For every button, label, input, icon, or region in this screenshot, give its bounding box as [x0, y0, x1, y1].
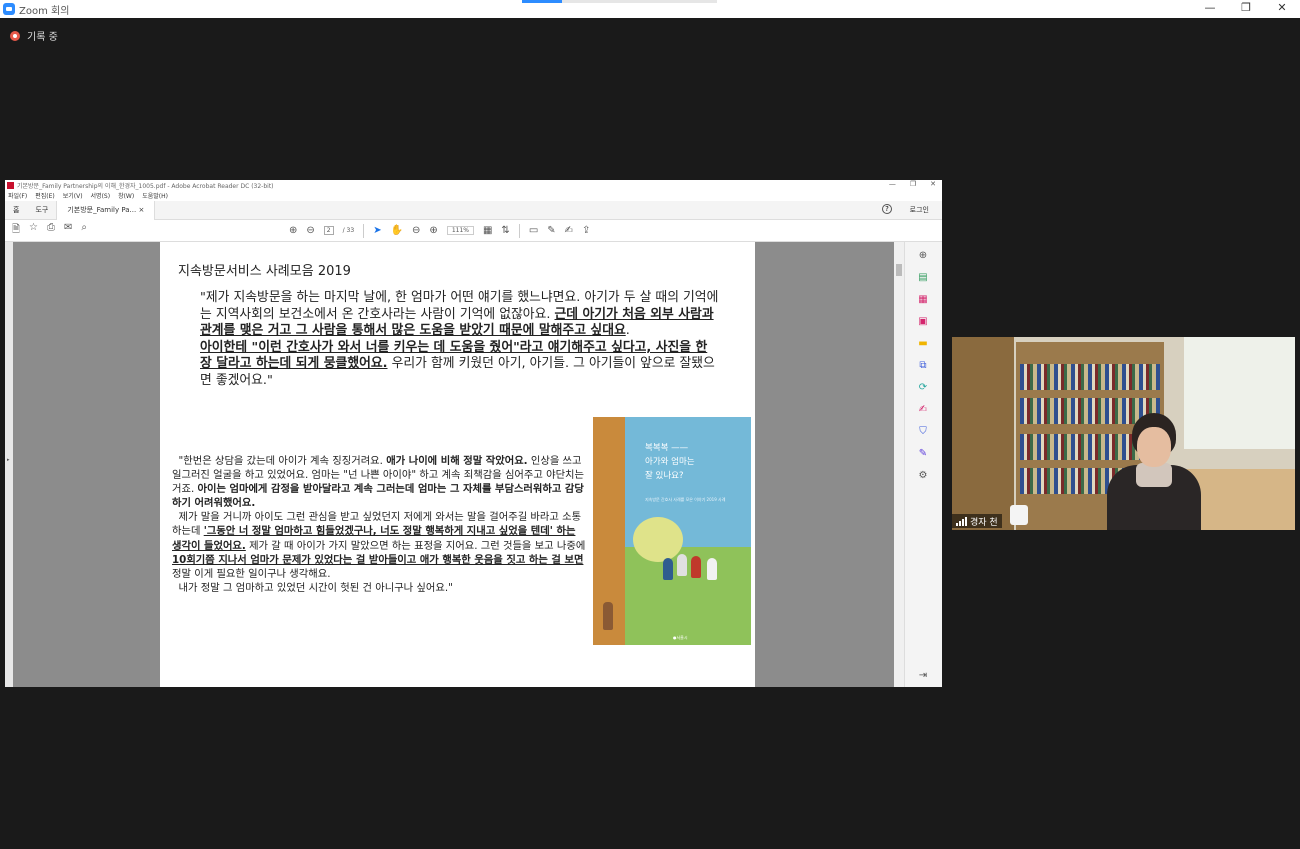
signal-strength-icon — [956, 516, 967, 526]
zoom-level-select[interactable]: 111% — [446, 226, 474, 235]
comment-tool-icon[interactable]: ▬ — [917, 338, 929, 350]
toolbar-divider — [518, 223, 520, 238]
recording-label: 기록 중 — [27, 32, 58, 43]
close-button[interactable]: ✕ — [1264, 0, 1300, 18]
tab-close-icon[interactable]: × — [138, 206, 144, 214]
organize-pages-icon[interactable]: ⧉ — [917, 360, 929, 372]
comment-icon[interactable]: ▭ — [529, 225, 538, 236]
search-icon[interactable]: ⌕ — [81, 222, 87, 239]
help-icon[interactable]: ? — [882, 204, 892, 214]
email-icon[interactable]: ✉ — [64, 222, 72, 239]
zoom-logo-icon — [3, 3, 15, 15]
acrobat-restore-button[interactable]: ❐ — [910, 180, 916, 188]
participant-video[interactable]: 경자 천 — [952, 337, 1295, 530]
participant-nametag: 경자 천 — [952, 514, 1002, 528]
acrobat-app-icon — [7, 181, 14, 189]
toolbar-divider — [363, 223, 365, 238]
sign-icon[interactable]: ✍ — [565, 225, 573, 236]
acrobat-titlebar: 기본방문_Family Partnership의 이해_한경자_1005.pdf… — [5, 180, 942, 190]
quote-2-text: "한번은 상담을 갔는데 아이가 계속 징징거려요. — [178, 455, 387, 467]
acrobat-menubar: 파일(F) 편집(E) 보기(V) 서명(S) 창(W) 도움말(H) — [5, 190, 942, 201]
book-title-line: 아가와 엄마는 — [645, 457, 695, 467]
fill-sign-icon[interactable]: ✍ — [917, 404, 929, 416]
participant-person — [1102, 413, 1204, 530]
quote-2-bold: 아이는 엄마에게 감정을 받아달라고 계속 그러는데 엄마는 그 자체를 부담스… — [172, 483, 584, 510]
children-illustration — [663, 552, 733, 582]
left-nav-pane[interactable] — [5, 242, 13, 687]
document-viewer[interactable]: ▸ 지속방문서비스 사례모음 2019 "제가 지속방문을 하는 마지막 날에,… — [5, 242, 942, 687]
participant-name: 경자 천 — [970, 517, 998, 528]
book-cover-image: 복복복 —— 아가와 엄마는 잘 있나요? 지속방문 간호사 사례를 모은 이야… — [593, 417, 751, 645]
zoom-search-icon[interactable]: ⊕ — [917, 250, 929, 262]
book-publisher: ●서울시 — [673, 635, 688, 640]
login-button[interactable]: 로그인 — [910, 205, 929, 215]
bookmark-star-icon[interactable]: ☆ — [29, 222, 38, 239]
book-title: 복복복 —— 아가와 엄마는 잘 있나요? — [645, 441, 745, 483]
zoom-window-title: Zoom 회의 — [19, 5, 70, 17]
acrobat-toolbar: 🗎 ☆ ⎙ ✉ ⌕ ⊕ ⊖ 2 / 33 ➤ ✋ ⊖ ⊕ 111% ▦ ⇅ ▭ … — [5, 220, 942, 242]
tab-document-label: 기본방문_Family Pa... — [67, 205, 137, 214]
highlight-pen-icon[interactable]: ✎ — [547, 225, 555, 236]
scan-ocr-icon[interactable]: ⟳ — [917, 382, 929, 394]
quote-2-underline: 10회기쯤 지나서 엄마가 문제가 있었다는 걸 받아들이고 애가 행복한 웃음… — [172, 553, 584, 566]
zoom-in-icon[interactable]: ⊕ — [429, 225, 437, 236]
collapse-rail-icon[interactable]: ⇥ — [917, 670, 929, 682]
acrobat-window: 기본방문_Family Partnership의 이해_한경자_1005.pdf… — [5, 180, 942, 687]
print-icon[interactable]: ⎙ — [47, 222, 55, 239]
quote-2-bold: 애가 나이에 비해 정말 작았어요. — [386, 455, 528, 467]
menu-file[interactable]: 파일(F) — [8, 191, 27, 200]
menu-help[interactable]: 도움말(H) — [142, 191, 168, 200]
acrobat-minimize-button[interactable]: — — [889, 180, 896, 188]
menu-sign[interactable]: 서명(S) — [91, 191, 111, 200]
hand-tool-icon[interactable]: ✋ — [391, 225, 403, 236]
fit-page-icon[interactable]: ▦ — [483, 225, 492, 236]
scroll-mode-icon[interactable]: ⇅ — [501, 225, 509, 236]
send-sign-icon[interactable]: ✎ — [917, 448, 929, 460]
acrobat-tabbar: 홈 도구 기본방문_Family Pa... × — [5, 200, 942, 220]
menu-window[interactable]: 창(W) — [118, 191, 134, 200]
book-title-line: 잘 있나요? — [645, 471, 684, 481]
minimize-button[interactable]: — — [1192, 0, 1228, 18]
tab-tools[interactable]: 도구 — [27, 205, 56, 215]
protect-icon[interactable]: ⛉ — [917, 426, 929, 438]
menu-edit[interactable]: 편집(E) — [35, 191, 55, 200]
quote-2-text: 내가 정말 그 엄마하고 있었던 시간이 헛된 건 아니구나 싶어요." — [178, 581, 453, 594]
share-icon[interactable]: ⇪ — [582, 225, 590, 236]
expand-left-pane-icon[interactable]: ▸ — [7, 457, 10, 463]
page-total: / 33 — [342, 227, 355, 234]
vertical-scrollbar[interactable] — [894, 242, 904, 687]
screen-share-indicator[interactable] — [522, 0, 717, 3]
tab-home[interactable]: 홈 — [5, 205, 27, 215]
next-page-icon[interactable]: ⊖ — [306, 225, 314, 236]
select-cursor-icon[interactable]: ➤ — [373, 225, 381, 236]
edit-pdf-icon[interactable]: ▦ — [917, 294, 929, 306]
more-tools-icon[interactable]: ⚙ — [917, 470, 929, 482]
export-pdf-icon[interactable]: ▣ — [917, 316, 929, 328]
tools-rail: ⊕ ▤ ▦ ▣ ▬ ⧉ ⟳ ✍ ⛉ ✎ ⚙ ⇥ — [904, 242, 942, 687]
page-number-input[interactable]: 2 — [323, 226, 334, 235]
pdf-page: 지속방문서비스 사례모음 2019 "제가 지속방문을 하는 마지막 날에, 한… — [160, 242, 755, 687]
quote-1-text: . — [625, 323, 630, 338]
menu-view[interactable]: 보기(V) — [63, 191, 83, 200]
recording-indicator[interactable]: 기록 중 — [10, 28, 58, 43]
prev-page-icon[interactable]: ⊕ — [289, 225, 297, 236]
quote-1: "제가 지속방문을 하는 마지막 날에, 한 엄마가 어떤 얘기를 했느냐면요.… — [200, 290, 720, 389]
tab-document[interactable]: 기본방문_Family Pa... × — [56, 200, 156, 220]
book-title-line: 복복복 —— — [645, 443, 689, 453]
page-header: 지속방문서비스 사례모음 2019 — [178, 264, 351, 279]
quote-2-text: 제가 갈 때 아이가 가지 말았으면 하는 표정을 지어요. 그런 것들을 보고… — [245, 539, 586, 552]
record-icon — [10, 30, 20, 41]
create-pdf-icon[interactable]: ▤ — [917, 272, 929, 284]
zoom-titlebar: Zoom 회의 — ❐ ✕ — [0, 0, 1300, 18]
quote-2-text: 정말 이게 필요한 일이구나 생각해요. — [172, 567, 331, 580]
quote-2: "한번은 상담을 갔는데 아이가 계속 징징거려요. 애가 나이에 비해 정말 … — [172, 454, 587, 595]
save-icon[interactable]: 🗎 — [12, 222, 20, 239]
acrobat-window-title: 기본방문_Family Partnership의 이해_한경자_1005.pdf… — [17, 182, 274, 190]
book-subtitle: 지속방문 간호사 사례를 모은 이야기 2019 사례 — [645, 497, 726, 502]
restore-button[interactable]: ❐ — [1228, 0, 1264, 18]
acrobat-close-button[interactable]: ✕ — [930, 180, 936, 188]
zoom-out-icon[interactable]: ⊖ — [412, 225, 420, 236]
